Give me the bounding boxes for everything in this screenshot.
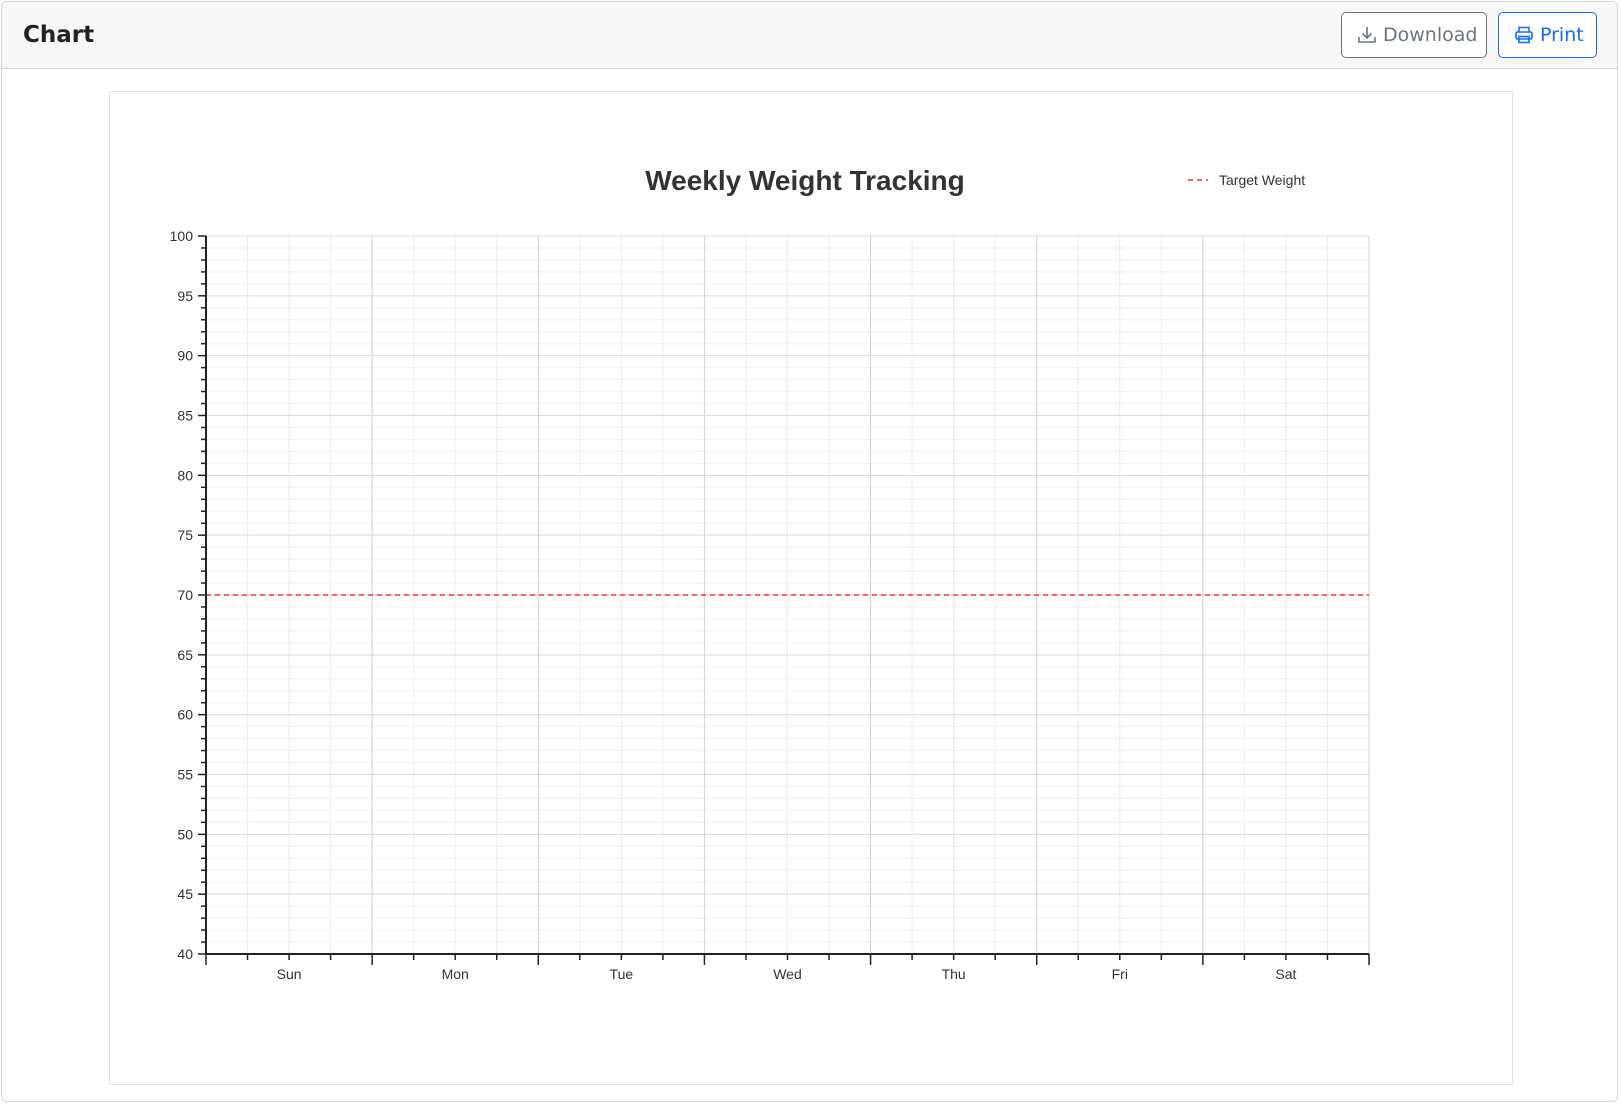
y-tick-label: 60 [177, 707, 193, 723]
x-tick-label: Sat [1275, 966, 1296, 982]
x-tick-label: Wed [773, 966, 802, 982]
card-title: Chart [23, 22, 95, 48]
x-tick-label: Mon [442, 966, 469, 982]
y-tick-label: 70 [177, 587, 193, 603]
x-tick-label: Sun [277, 966, 302, 982]
y-tick-label: 90 [177, 348, 193, 364]
legend: Target Weight [1188, 172, 1305, 188]
chart-svg: 40 45 50 55 60 65 70 75 80 85 90 95 100 Sun Mon Tue Wed… [170, 165, 1370, 982]
chart-title: Weekly Weight Tracking [645, 165, 965, 196]
x-tick-label: Fri [1112, 966, 1128, 982]
header-actions: Download Print [1341, 12, 1597, 58]
y-tick-label: 95 [177, 288, 193, 304]
printer-icon [1514, 25, 1534, 45]
chart-frame: 40 45 50 55 60 65 70 75 80 85 90 95 100 Sun Mon Tue Wed… [109, 91, 1513, 1085]
x-axis: Sun Mon Tue Wed Thu Fri Sat [205, 953, 1370, 982]
x-tick-label: Thu [942, 966, 966, 982]
download-button[interactable]: Download [1341, 12, 1487, 58]
y-tick-label: 80 [177, 467, 193, 483]
legend-label: Target Weight [1219, 172, 1305, 188]
chart-card: Chart Download Print 40 45 50 55 60 65 7… [1, 1, 1618, 1102]
download-icon [1357, 25, 1377, 45]
y-tick-label: 55 [177, 767, 193, 783]
y-tick-label: 100 [170, 228, 194, 244]
y-tick-label: 65 [177, 647, 193, 663]
y-tick-label: 75 [177, 527, 193, 543]
y-axis: 40 45 50 55 60 65 70 75 80 85 90 95 100 [170, 228, 207, 962]
y-tick-label: 85 [177, 408, 193, 424]
y-tick-label: 40 [177, 946, 193, 962]
card-header: Chart Download Print [2, 2, 1617, 69]
download-label: Download [1383, 24, 1478, 46]
y-tick-label: 50 [177, 826, 193, 842]
print-button[interactable]: Print [1498, 12, 1597, 58]
y-tick-label: 45 [177, 886, 193, 902]
print-label: Print [1540, 24, 1584, 46]
x-tick-label: Tue [610, 966, 634, 982]
